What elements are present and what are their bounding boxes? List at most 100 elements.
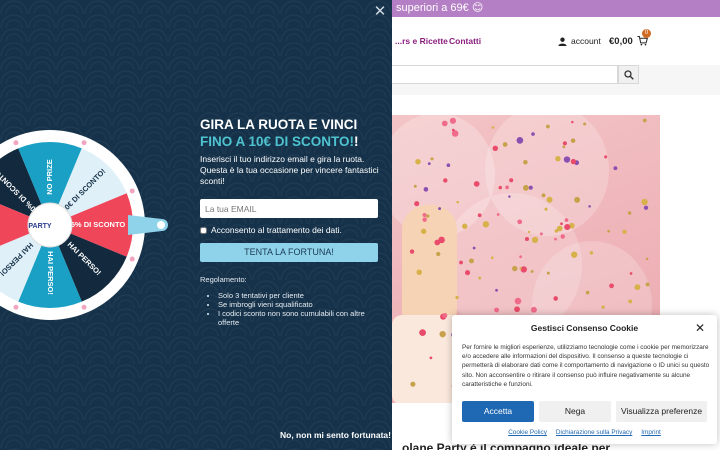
confetti-dot	[554, 237, 557, 241]
cookie-links: Cookie Policy Dichiarazione sulla Privac…	[452, 429, 717, 436]
confetti-dot	[409, 249, 415, 254]
confetti-dot	[508, 195, 511, 198]
confetti-dot	[642, 118, 647, 123]
prize-wheel: 20% DI SCONTO! NO PRIZE 10€ DI SCONTO!5% D…	[0, 130, 168, 320]
confetti-dot	[462, 223, 468, 229]
confetti-dot	[643, 205, 649, 210]
confetti-dot	[562, 141, 567, 146]
confetti-dot	[604, 155, 608, 159]
wheel-segment-label: HAI PERSO!	[46, 251, 55, 295]
confetti-dot	[491, 126, 495, 129]
imprint-link[interactable]: Imprint	[641, 429, 661, 436]
confetti-dot	[498, 185, 503, 190]
confetti-dot	[601, 305, 605, 309]
cookie-policy-link[interactable]: Cookie Policy	[508, 429, 547, 436]
confetti-dot	[641, 198, 648, 206]
cookie-accept-button[interactable]: Accetta	[462, 401, 534, 422]
close-icon[interactable]: ✕	[373, 4, 387, 19]
spin-button[interactable]: TENTA LA FORTUNA!	[200, 243, 378, 262]
rule-item: I codici sconto non sono cumulabili con …	[218, 309, 382, 327]
confetti-dot	[464, 270, 471, 276]
confetti-dot	[545, 124, 550, 129]
confetti-dot	[473, 181, 480, 187]
confetti-dot	[645, 282, 650, 287]
confetti-dot	[456, 200, 459, 204]
confetti-dot	[520, 266, 527, 273]
confetti-dot	[522, 184, 529, 191]
confetti-dot	[570, 158, 577, 165]
title-highlight: FINO A 10€ DI SCONTO!	[200, 134, 355, 149]
confetti-dot	[585, 290, 590, 295]
confetti-dot	[502, 142, 508, 147]
account-link[interactable]: account	[558, 34, 601, 48]
confetti-dot	[555, 156, 561, 162]
confetti-dot	[427, 162, 431, 166]
email-field[interactable]	[200, 199, 378, 218]
confetti-dot	[645, 257, 649, 261]
confetti-dot	[430, 157, 434, 161]
search-button[interactable]	[618, 65, 639, 84]
confetti-dot	[441, 120, 448, 127]
consent-checkbox-row[interactable]: Acconsento al trattamento dei dati.	[200, 225, 342, 235]
confetti-dot	[496, 213, 500, 216]
nav-link-contatti[interactable]: Contatti	[449, 36, 481, 46]
confetti-dot	[560, 234, 565, 239]
confetti-dot	[553, 296, 558, 301]
confetti-dot	[607, 229, 611, 233]
confetti-dot	[459, 260, 463, 265]
wheel-logo-text: PARTY	[28, 223, 52, 230]
confetti-dot	[429, 356, 433, 360]
confetti-dot	[492, 145, 499, 152]
confetti-dot	[434, 239, 441, 246]
confetti-dot	[514, 297, 522, 305]
confetti-dot	[539, 232, 543, 236]
rule-item: Solo 3 tentativi per cliente	[218, 291, 382, 300]
confetti-dot	[519, 255, 522, 259]
confetti-dot	[514, 306, 520, 313]
cookie-preferences-button[interactable]: Visualizza preferenze	[616, 401, 707, 422]
confetti-dot	[455, 295, 459, 300]
confetti-dot	[531, 236, 539, 244]
confetti-dot	[438, 207, 442, 211]
confetti-dot	[419, 329, 426, 336]
search-input[interactable]	[380, 65, 618, 84]
wheel-peg	[80, 139, 88, 147]
privacy-statement-link[interactable]: Dichiarazione sulla Privacy	[556, 429, 632, 436]
confetti-dot	[528, 185, 533, 190]
confetti-dot	[442, 312, 448, 318]
confetti-dot	[420, 228, 427, 235]
wheel-peg	[12, 139, 20, 147]
confetti-dot	[560, 222, 563, 226]
confetti-dot	[570, 138, 576, 143]
confetti-dot	[546, 196, 553, 203]
cart-count-badge: 0	[642, 29, 651, 38]
confetti-dot	[415, 158, 421, 165]
confetti-dot	[490, 256, 494, 260]
confetti-dot	[512, 265, 518, 272]
cart-total: €0,00	[609, 35, 633, 47]
cookie-deny-button[interactable]: Nega	[539, 401, 611, 422]
rule-item: Se imbrogli vieni squalificato	[218, 300, 382, 309]
cookie-close-icon[interactable]: ✕	[695, 321, 705, 335]
popup-title: GIRA LA RUOTA E VINCI FINO A 10€ DI SCON…	[200, 116, 385, 150]
confetti-dot	[422, 217, 427, 222]
confetti-dot	[482, 221, 490, 228]
confetti-dot	[495, 288, 498, 292]
confetti-dot	[563, 156, 571, 163]
confetti-dot	[556, 225, 563, 232]
popup-description: Inserisci il tuo indirizzo email e gira …	[200, 154, 379, 186]
confetti-dot	[414, 201, 420, 207]
nav-link-ricette[interactable]: ...rs e Ricette	[395, 36, 448, 46]
confetti-dot	[627, 211, 632, 215]
confetti-dot	[494, 307, 500, 313]
consent-checkbox[interactable]	[200, 226, 207, 234]
confetti-dot	[509, 178, 514, 183]
confetti-dot	[477, 213, 482, 218]
confetti-dot	[531, 132, 535, 136]
confetti-dot	[517, 219, 523, 225]
wheel-segment-label: NO PRIZE	[45, 159, 54, 194]
wheel-peg	[12, 303, 20, 311]
search-icon	[623, 69, 634, 80]
no-thanks-link[interactable]: No, non mi sento fortunata!	[280, 430, 391, 440]
account-label: account	[571, 36, 601, 46]
